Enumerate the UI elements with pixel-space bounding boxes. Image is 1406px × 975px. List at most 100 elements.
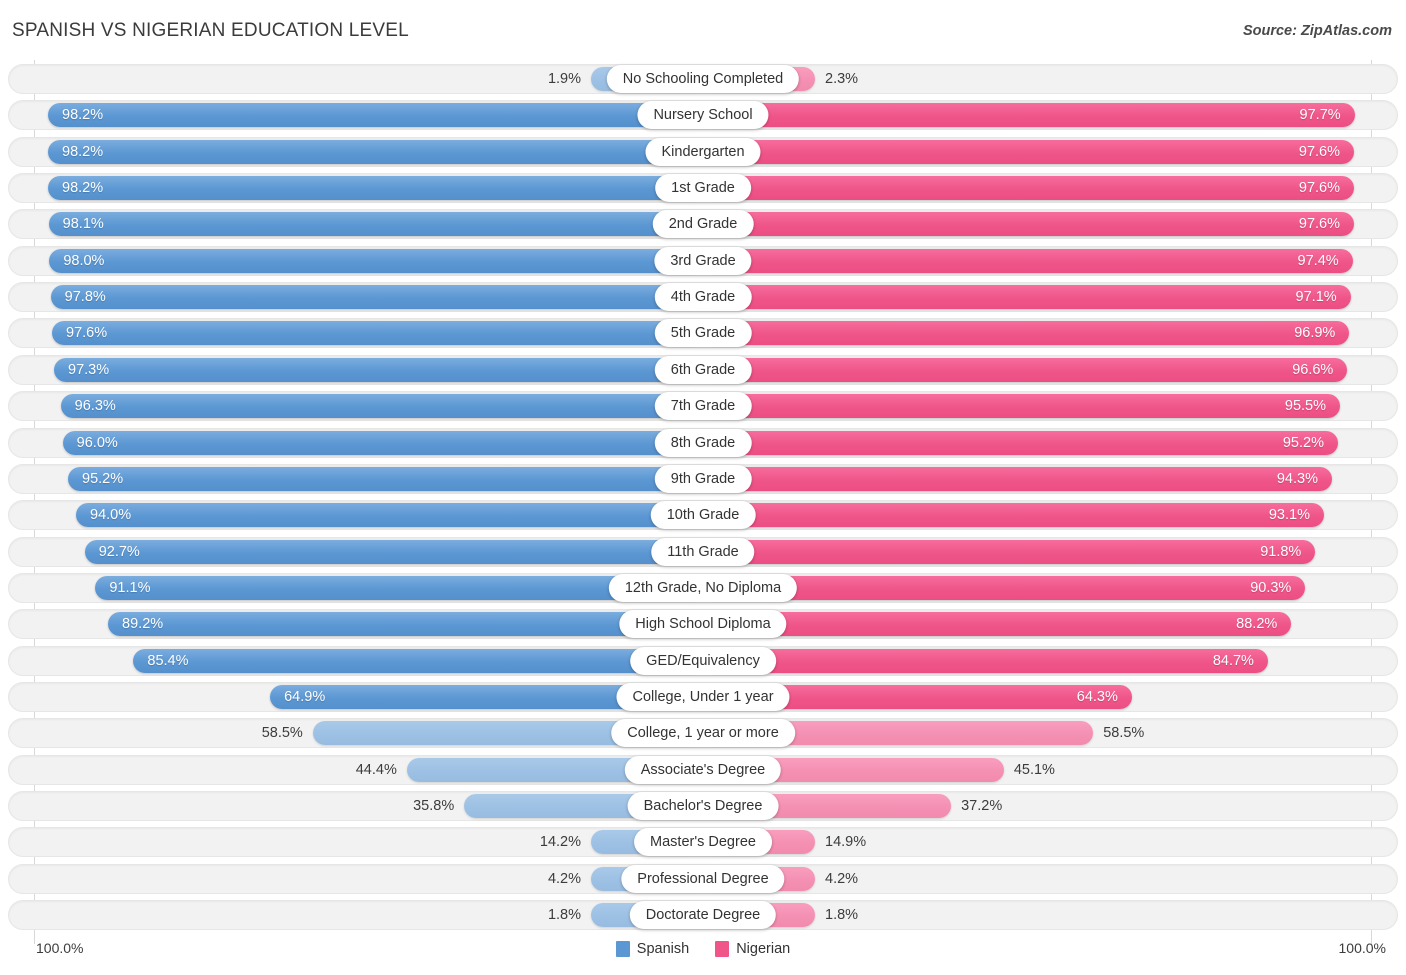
chart-row: 97.8% 97.1% 4th Grade bbox=[8, 282, 1398, 313]
bar-spanish bbox=[50, 285, 703, 310]
bar-nigerian bbox=[703, 212, 1354, 237]
chart-row: 92.7% 91.8% 11th Grade bbox=[8, 536, 1398, 567]
bar-value-nigerian: 94.3% bbox=[1276, 470, 1318, 487]
category-label: 3rd Grade bbox=[654, 246, 752, 275]
chart-row: 98.2% 97.7% Nursery School bbox=[8, 100, 1398, 131]
category-label: Associate's Degree bbox=[624, 755, 782, 784]
bar-value-spanish: 35.8% bbox=[413, 798, 455, 814]
chart-row: 94.0% 93.1% 10th Grade bbox=[8, 500, 1398, 531]
category-label: Doctorate Degree bbox=[629, 901, 777, 930]
bar-nigerian bbox=[703, 321, 1350, 346]
chart-row: 91.1% 90.3% 12th Grade, No Diploma bbox=[8, 572, 1398, 603]
bar-value-spanish: 98.1% bbox=[62, 216, 104, 233]
category-label: 7th Grade bbox=[654, 392, 752, 421]
chart-row: 64.9% 64.3% College, Under 1 year bbox=[8, 681, 1398, 712]
bar-nigerian bbox=[703, 394, 1340, 419]
chart-footer: 100.0% 100.0% Spanish Nigerian bbox=[0, 938, 1406, 968]
bar-spanish bbox=[48, 103, 703, 128]
bar-value-spanish: 97.3% bbox=[68, 361, 110, 378]
bar-spanish bbox=[52, 321, 703, 346]
bar-spanish bbox=[54, 357, 703, 382]
legend-label: Nigerian bbox=[736, 941, 791, 957]
source-attribution: Source: ZipAtlas.com bbox=[1242, 23, 1392, 39]
category-label: Nursery School bbox=[637, 101, 769, 130]
bar-nigerian bbox=[703, 466, 1332, 491]
diverging-bar-chart: 1.9% 2.3% No Schooling Completed 98.2% 97.7%… bbox=[8, 60, 1398, 944]
chart-row: 85.4% 84.7% GED/Equivalency bbox=[8, 645, 1398, 676]
legend-item-spanish: Spanish bbox=[615, 941, 690, 957]
chart-row: 98.1% 97.6% 2nd Grade bbox=[8, 209, 1398, 240]
bar-value-spanish: 96.0% bbox=[76, 434, 118, 451]
bar-value-nigerian: 91.8% bbox=[1260, 543, 1302, 560]
bar-value-spanish: 1.8% bbox=[547, 907, 581, 924]
bar-value-nigerian: 2.3% bbox=[825, 71, 859, 87]
bar-spanish bbox=[68, 466, 703, 491]
category-label: 2nd Grade bbox=[652, 210, 754, 239]
bar-value-nigerian: 97.4% bbox=[1297, 252, 1339, 269]
category-label: Bachelor's Degree bbox=[627, 792, 779, 820]
bar-value-spanish: 97.6% bbox=[66, 325, 108, 342]
bar-spanish bbox=[84, 539, 703, 564]
bar-value-spanish: 97.8% bbox=[64, 289, 106, 306]
chart-row: 98.2% 97.6% 1st Grade bbox=[8, 173, 1398, 204]
category-label: 6th Grade bbox=[654, 355, 752, 384]
chart-row: 98.0% 97.4% 3rd Grade bbox=[8, 245, 1398, 276]
bar-value-nigerian: 97.1% bbox=[1295, 289, 1337, 306]
bar-nigerian bbox=[703, 430, 1338, 455]
legend-swatch-icon bbox=[615, 941, 630, 957]
bar-value-spanish: 98.2% bbox=[62, 180, 104, 197]
bar-nigerian bbox=[703, 648, 1268, 673]
bar-value-nigerian: 58.5% bbox=[1103, 725, 1145, 742]
chart-row: 1.8% 1.8% Doctorate Degree bbox=[8, 900, 1398, 931]
bar-value-nigerian: 97.6% bbox=[1298, 143, 1340, 160]
legend-swatch-icon bbox=[715, 941, 730, 957]
category-label: 8th Grade bbox=[654, 428, 752, 457]
chart-row: 95.2% 94.3% 9th Grade bbox=[8, 463, 1398, 494]
bar-value-spanish: 98.0% bbox=[63, 252, 105, 269]
bar-value-nigerian: 14.9% bbox=[825, 834, 867, 851]
bar-nigerian bbox=[703, 503, 1324, 528]
bar-value-nigerian: 96.6% bbox=[1292, 361, 1334, 378]
category-label: 12th Grade, No Diploma bbox=[608, 573, 798, 602]
bar-value-spanish: 98.2% bbox=[62, 107, 104, 124]
bar-value-nigerian: 4.2% bbox=[825, 870, 859, 887]
chart-row: 44.4% 45.1% Associate's Degree bbox=[8, 754, 1398, 785]
bar-value-nigerian: 90.3% bbox=[1250, 579, 1292, 596]
chart-row: 97.6% 96.9% 5th Grade bbox=[8, 318, 1398, 349]
bar-nigerian bbox=[703, 103, 1355, 128]
bar-spanish bbox=[60, 394, 703, 419]
chart-row: 97.3% 96.6% 6th Grade bbox=[8, 354, 1398, 385]
bar-value-spanish: 1.9% bbox=[547, 71, 581, 87]
chart-row: 4.2% 4.2% Professional Degree bbox=[8, 863, 1398, 894]
category-label: Professional Degree bbox=[621, 864, 785, 893]
category-label: GED/Equivalency bbox=[630, 646, 776, 675]
bar-value-nigerian: 97.6% bbox=[1298, 180, 1340, 197]
chart-row: 14.2% 14.9% Master's Degree bbox=[8, 827, 1398, 858]
bar-value-nigerian: 64.3% bbox=[1076, 688, 1118, 705]
chart-row: 1.9% 2.3% No Schooling Completed bbox=[8, 64, 1398, 94]
category-label: 10th Grade bbox=[650, 501, 756, 530]
bar-spanish bbox=[108, 612, 703, 637]
bar-value-nigerian: 96.9% bbox=[1294, 325, 1336, 342]
category-label: High School Diploma bbox=[619, 610, 787, 639]
category-label: 11th Grade bbox=[651, 537, 755, 566]
bar-nigerian bbox=[703, 285, 1351, 310]
bar-value-spanish: 85.4% bbox=[147, 652, 189, 669]
bar-value-spanish: 92.7% bbox=[98, 543, 140, 560]
category-label: No Schooling Completed bbox=[606, 65, 800, 93]
category-label: Master's Degree bbox=[634, 828, 772, 857]
category-label: 5th Grade bbox=[654, 319, 752, 348]
category-label: 1st Grade bbox=[655, 174, 751, 203]
bar-value-spanish: 95.2% bbox=[82, 470, 124, 487]
bar-nigerian bbox=[703, 176, 1354, 201]
chart-header: SPANISH VS NIGERIAN EDUCATION LEVEL Sour… bbox=[0, 0, 1406, 60]
chart-row: 96.0% 95.2% 8th Grade bbox=[8, 427, 1398, 458]
bar-value-spanish: 64.9% bbox=[284, 688, 326, 705]
bar-value-nigerian: 97.7% bbox=[1299, 107, 1341, 124]
chart-row: 96.3% 95.5% 7th Grade bbox=[8, 391, 1398, 422]
category-label: 4th Grade bbox=[654, 283, 752, 312]
legend-label: Spanish bbox=[636, 941, 690, 957]
bar-value-nigerian: 37.2% bbox=[961, 798, 1003, 814]
category-label: College, Under 1 year bbox=[616, 682, 790, 711]
chart-row: 98.2% 97.6% Kindergarten bbox=[8, 136, 1398, 167]
